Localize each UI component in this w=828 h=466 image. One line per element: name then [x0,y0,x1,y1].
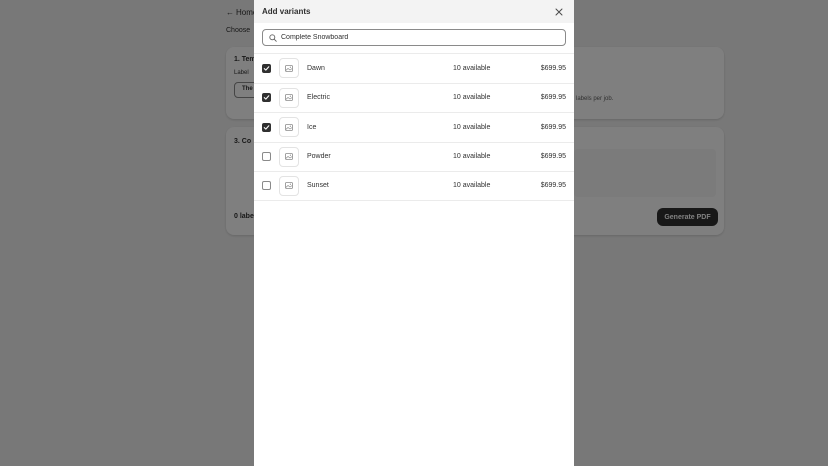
variant-checkbox[interactable] [262,63,271,73]
variant-checkbox[interactable] [262,181,271,191]
modal-title: Add variants [262,7,311,16]
variant-checkbox[interactable] [262,122,271,132]
search-field[interactable] [262,29,566,46]
variant-thumbnail [279,175,299,196]
image-placeholder-icon [285,123,293,131]
variant-price: $699.95 [540,153,566,161]
variant-checkbox[interactable] [262,152,271,162]
variant-row[interactable]: Ice 10 available $699.95 [254,112,574,142]
variant-price: $699.95 [540,94,566,102]
variant-name: Dawn [307,64,325,72]
variant-row[interactable]: Powder 10 available $699.95 [254,141,574,172]
variant-price: $699.95 [540,64,566,72]
variant-thumbnail [279,146,299,167]
variant-price: $699.95 [540,123,566,131]
variant-availability: 10 available [453,153,491,161]
variant-row[interactable]: Electric 10 available $699.95 [254,82,574,113]
variant-price: $699.95 [540,182,566,190]
variant-list: Dawn 10 available $699.95 Electric 10 av… [254,53,574,201]
image-placeholder-icon [285,153,293,161]
close-icon [555,8,563,15]
variant-checkbox[interactable] [262,93,271,103]
image-placeholder-icon [285,64,293,72]
variant-thumbnail [279,117,299,138]
modal-header: Add variants [254,0,574,23]
variant-name: Powder [307,153,331,161]
search-input[interactable] [281,34,559,41]
checkmark-icon [263,95,270,100]
variant-name: Electric [307,94,330,102]
variant-availability: 10 available [453,182,491,190]
image-placeholder-icon [285,182,293,190]
search-icon [269,33,277,42]
close-button[interactable] [552,5,566,19]
image-placeholder-icon [285,94,293,102]
variant-row[interactable]: Dawn 10 available $699.95 [254,53,574,83]
variant-availability: 10 available [453,64,491,72]
checkmark-icon [263,125,270,130]
checkmark-icon [263,66,270,71]
variant-row[interactable]: Sunset 10 available $699.95 [254,171,574,201]
variant-availability: 10 available [453,123,491,131]
add-variants-modal: Add variants Dawn 10 available $699. [254,0,574,466]
variant-name: Ice [307,123,317,131]
variant-availability: 10 available [453,94,491,102]
variant-thumbnail [279,87,299,108]
variant-thumbnail [279,58,299,79]
variant-name: Sunset [307,182,329,190]
search-wrapper [254,23,574,52]
